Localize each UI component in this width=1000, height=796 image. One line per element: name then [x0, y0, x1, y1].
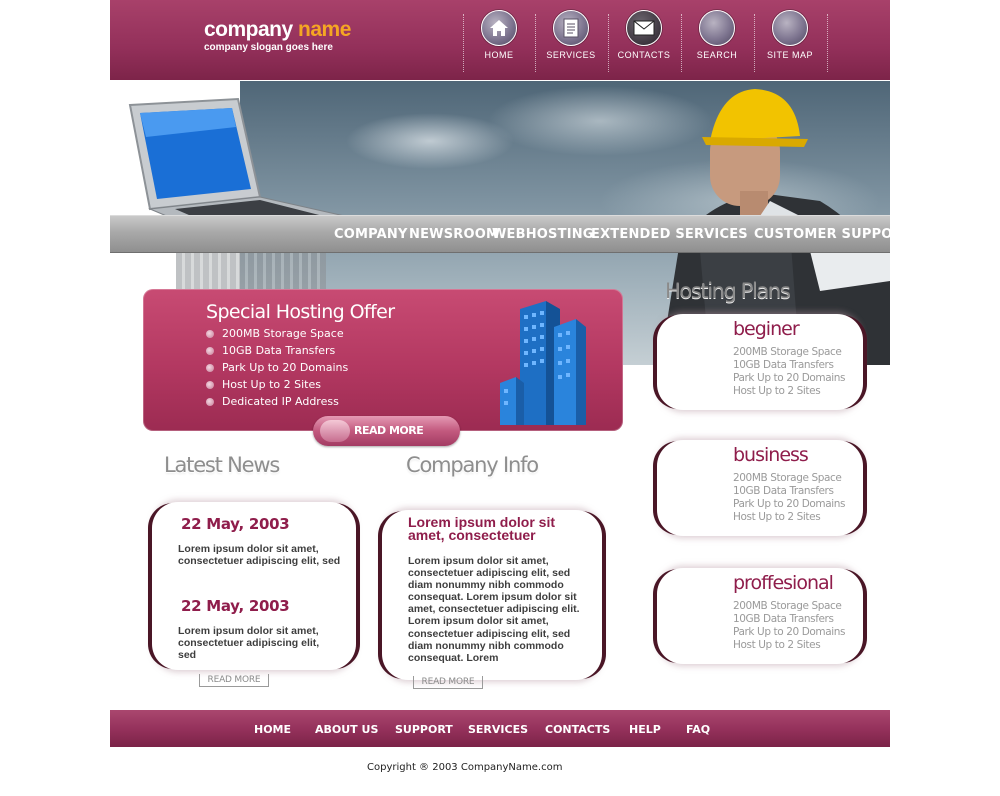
offer-item: 200MB Storage Space	[206, 325, 348, 342]
offer-item: Host Up to 2 Sites	[206, 376, 348, 393]
footer-link-about-us[interactable]: ABOUT US	[315, 723, 378, 736]
offer-item: Dedicated IP Address	[206, 393, 348, 410]
bullet-icon	[206, 364, 214, 372]
plan-feature: Park Up to 20 Domains	[733, 372, 846, 384]
home-icon	[481, 10, 517, 46]
company-info-read-more-link[interactable]: READ MORE	[413, 676, 483, 689]
plan-features: 200MB Storage Space 10GB Data Transfers …	[733, 472, 846, 524]
document-icon	[553, 10, 589, 46]
plan-feature: 10GB Data Transfers	[733, 613, 834, 625]
top-nav-services[interactable]: SERVICES	[535, 10, 607, 70]
plan-card-business[interactable]: business 200MB Storage Space 10GB Data T…	[651, 440, 869, 536]
offer-title: Special Hosting Offer	[206, 301, 395, 323]
plan-feature: 10GB Data Transfers	[733, 359, 834, 371]
company-info-title: Company Info	[406, 453, 539, 477]
top-nav-home[interactable]: HOME	[463, 10, 535, 70]
search-icon	[699, 10, 735, 46]
site-container: company name company slogan goes here HO…	[110, 0, 911, 796]
hosting-plans-title: Hosting Plans	[665, 279, 791, 303]
offer-item-label: Park Up to 20 Domains	[222, 361, 349, 374]
top-nav-search[interactable]: SEARCH	[681, 10, 753, 70]
logo[interactable]: company name company slogan goes here	[204, 19, 351, 54]
offer-item: 10GB Data Transfers	[206, 342, 348, 359]
pill-knob-icon	[320, 420, 350, 442]
read-more-label: READ MORE	[354, 424, 424, 437]
top-nav-label: HOME	[484, 50, 514, 60]
offer-item-label: Host Up to 2 Sites	[222, 378, 321, 391]
footer-link-help[interactable]: HELP	[629, 723, 661, 736]
latest-news-title: Latest News	[164, 453, 280, 477]
bullet-icon	[206, 381, 214, 389]
top-nav-label: CONTACTS	[617, 50, 671, 60]
plan-feature: 10GB Data Transfers	[733, 485, 834, 497]
offer-list: 200MB Storage Space 10GB Data Transfers …	[206, 325, 348, 410]
plan-name: proffesional	[733, 572, 834, 594]
header: company name company slogan goes here HO…	[110, 0, 890, 80]
footer-link-home[interactable]: HOME	[254, 723, 291, 736]
plan-feature: Park Up to 20 Domains	[733, 626, 846, 638]
plan-card-proffesional[interactable]: proffesional 200MB Storage Space 10GB Da…	[651, 568, 869, 664]
plan-feature: 200MB Storage Space	[733, 600, 842, 612]
plan-name: beginer	[733, 318, 800, 340]
footer-link-faq[interactable]: FAQ	[686, 723, 710, 736]
footer-link-support[interactable]: SUPPORT	[395, 723, 453, 736]
bullet-icon	[206, 330, 214, 338]
company-name: company name	[204, 19, 351, 41]
plan-feature: Park Up to 20 Domains	[733, 498, 846, 510]
offer-item: Park Up to 20 Domains	[206, 359, 348, 376]
building-icon	[500, 301, 586, 425]
top-nav-sitemap[interactable]: SITE MAP	[754, 10, 826, 70]
top-nav-label: SERVICES	[546, 50, 596, 60]
main-nav-customer-support[interactable]: CUSTOMER SUPPORT	[754, 227, 911, 242]
main-nav: COMPANY NEWSROOM WEBHOSTING EXTENDED SER…	[110, 215, 911, 253]
company-info-text: Lorem ipsum dolor sit amet, consectetuer…	[408, 555, 580, 664]
news-read-more-link[interactable]: READ MORE	[199, 674, 269, 687]
plan-features: 200MB Storage Space 10GB Data Transfers …	[733, 600, 846, 652]
envelope-icon	[626, 10, 662, 46]
company-slogan: company slogan goes here	[204, 42, 333, 53]
company-info-heading: Lorem ipsum dolor sit amet, consectetuer	[408, 514, 556, 543]
top-nav-label: SEARCH	[696, 50, 738, 60]
bullet-icon	[206, 398, 214, 406]
offer-item-label: 10GB Data Transfers	[222, 344, 336, 357]
plan-feature: 200MB Storage Space	[733, 472, 842, 484]
news-text: Lorem ipsum dolor sit amet, consectetuer…	[178, 543, 341, 567]
plan-feature: 200MB Storage Space	[733, 346, 842, 358]
plan-feature: Host Up to 2 Sites	[733, 639, 821, 651]
company-name-part2: name	[298, 18, 351, 41]
plan-card-beginer[interactable]: beginer 200MB Storage Space 10GB Data Tr…	[651, 314, 869, 410]
bullet-icon	[206, 347, 214, 355]
company-info-card: Lorem ipsum dolor sit amet, consectetuer…	[376, 510, 608, 680]
footer-nav: HOME ABOUT US SUPPORT SERVICES CONTACTS …	[110, 710, 890, 747]
plan-feature: Host Up to 2 Sites	[733, 385, 821, 397]
sitemap-icon	[772, 10, 808, 46]
news-date: 22 May, 2003	[181, 515, 290, 533]
latest-news-card: 22 May, 2003 Lorem ipsum dolor sit amet,…	[146, 502, 362, 670]
plan-name: business	[733, 444, 809, 466]
nav-separator	[827, 14, 828, 72]
offer-item-label: 200MB Storage Space	[222, 327, 344, 340]
plan-feature: Host Up to 2 Sites	[733, 511, 821, 523]
offer-read-more-button[interactable]: READ MORE	[313, 416, 460, 446]
special-offer-box: Special Hosting Offer 200MB Storage Spac…	[143, 289, 623, 431]
top-nav-label: SITE MAP	[766, 50, 813, 60]
news-text: Lorem ipsum dolor sit amet, consectetuer…	[178, 625, 320, 661]
main-nav-extended-services[interactable]: EXTENDED SERVICES	[591, 227, 748, 242]
footer-link-services[interactable]: SERVICES	[468, 723, 528, 736]
offer-item-label: Dedicated IP Address	[222, 395, 339, 408]
copyright-text: Copyright ® 2003 CompanyName.com	[367, 762, 563, 773]
main-nav-company[interactable]: COMPANY	[334, 227, 408, 242]
plan-features: 200MB Storage Space 10GB Data Transfers …	[733, 346, 846, 398]
news-date: 22 May, 2003	[181, 597, 290, 615]
main-nav-webhosting[interactable]: WEBHOSTING	[492, 227, 594, 242]
main-nav-newsroom[interactable]: NEWSROOM	[409, 227, 499, 242]
footer-link-contacts[interactable]: CONTACTS	[545, 723, 610, 736]
company-name-part1: company	[204, 18, 293, 41]
top-nav-contacts[interactable]: CONTACTS	[608, 10, 680, 70]
